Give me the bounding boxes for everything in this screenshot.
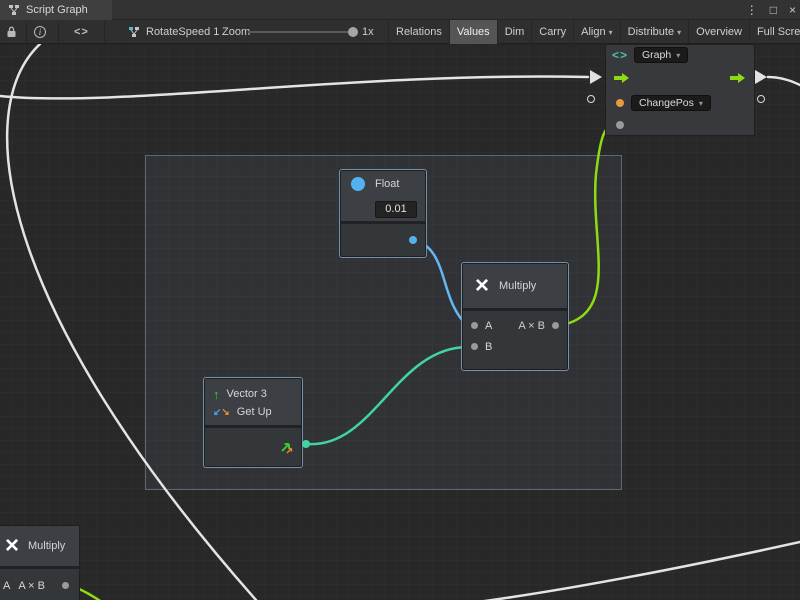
multiply-node-2[interactable]: × Multiply A A × B [0, 525, 80, 600]
script-graph-icon [8, 4, 20, 16]
chevron-down-icon: ▾ [676, 51, 680, 60]
float-type-icon [351, 177, 365, 191]
flow-in-arrow-icon[interactable] [614, 72, 630, 84]
multiply-input-a-port[interactable] [471, 322, 478, 329]
info-icon[interactable]: i [34, 20, 46, 44]
overview-button[interactable]: Overview [688, 20, 749, 44]
maximize-icon[interactable]: □ [770, 3, 777, 17]
distribute-dropdown-button[interactable]: Distribute ▾ [620, 20, 688, 44]
lock-icon[interactable] [6, 20, 17, 44]
toolbar-separator [26, 22, 27, 42]
flow-out-arrow-icon[interactable] [730, 72, 746, 84]
vector3-getup-node[interactable]: ↑ Vector 3 ↙↘ Get Up [204, 378, 302, 467]
wire-white-bottom-right[interactable] [478, 542, 800, 600]
multiply-icon: × [5, 534, 19, 558]
set-variable-node[interactable]: <> Graph ▾ ChangePos ▾ [605, 44, 755, 136]
toolbar-separator [104, 22, 105, 42]
vector3-output-port[interactable] [302, 440, 310, 448]
full-screen-button[interactable]: Full Screen [749, 20, 800, 44]
zoom-value: 1x [362, 20, 374, 44]
wire-white-right-exit[interactable] [768, 77, 800, 85]
chevron-down-icon: ▾ [609, 28, 613, 37]
graph-breadcrumb[interactable]: RotateSpeed 1 [128, 20, 219, 44]
multiply-icon: × [475, 274, 489, 298]
float-node[interactable]: Float 0.01 [340, 170, 426, 257]
vector3-node-header[interactable]: ↑ Vector 3 ↙↘ Get Up [205, 379, 301, 425]
variable-kind-port[interactable] [616, 99, 624, 107]
multiply2-output-port[interactable] [62, 582, 69, 589]
multiply2-node-title: Multiply [28, 540, 65, 552]
tab-script-graph[interactable]: Script Graph [0, 0, 112, 20]
multiply-input-a-label: A [485, 320, 492, 332]
float-node-title: Float [375, 178, 399, 190]
changepos-dropdown[interactable]: ChangePos ▾ [631, 95, 711, 111]
graph-breadcrumb-icon [128, 26, 140, 38]
chevron-down-icon: ▾ [677, 28, 681, 37]
tab-title: Script Graph [26, 4, 88, 16]
float-value-input[interactable]: 0.01 [375, 201, 417, 218]
toolbar-separator [58, 22, 59, 42]
multiply-node[interactable]: × Multiply A A × B B [462, 263, 568, 370]
value-port-ring-left[interactable] [587, 95, 595, 103]
multiply2-input-a-label: A [3, 580, 10, 592]
float-node-header[interactable]: Float [341, 171, 425, 197]
vector3-node-subtitle: Get Up [237, 406, 272, 418]
graph-toolbar: i <> RotateSpeed 1 Zoom 1x Relations Val… [0, 20, 800, 44]
window-menu-icon[interactable]: ⋮ [746, 3, 758, 17]
wire-white-top[interactable] [0, 77, 588, 99]
vector3-node-title: Vector 3 [227, 388, 267, 400]
multiply-input-b-label: B [485, 341, 492, 353]
values-button[interactable]: Values [449, 20, 497, 44]
flow-wire-arrowhead-right [755, 70, 767, 84]
flow-wire-arrowhead-left [590, 70, 602, 84]
multiply-node-title: Multiply [499, 280, 536, 292]
relations-button[interactable]: Relations [388, 20, 449, 44]
multiply2-output-label: A × B [18, 580, 45, 592]
multiply-output-label: A × B [518, 320, 545, 332]
zoom-slider-handle[interactable] [348, 27, 358, 37]
toolbar-button-group: Relations Values Dim Carry Align ▾ Distr… [388, 20, 800, 44]
dim-button[interactable]: Dim [497, 20, 532, 44]
zoom-label: Zoom [222, 20, 250, 44]
multiply-output-port[interactable] [552, 322, 559, 329]
graph-code-icon: <> [612, 48, 628, 62]
chevron-down-icon: ▾ [699, 99, 703, 108]
carry-button[interactable]: Carry [531, 20, 573, 44]
graph-name: RotateSpeed 1 [146, 26, 219, 38]
zoom-slider[interactable] [248, 31, 356, 33]
graph-dropdown[interactable]: Graph ▾ [634, 47, 688, 63]
multiply-input-b-port[interactable] [471, 343, 478, 350]
multiply2-node-header[interactable]: × Multiply [0, 526, 79, 566]
code-icon[interactable]: <> [74, 20, 89, 44]
close-icon[interactable]: × [789, 3, 796, 17]
value-input-port[interactable] [616, 121, 624, 129]
graph-canvas[interactable]: Float 0.01 × Multiply A A × B B [0, 44, 800, 600]
vector3-output-type-icon [279, 440, 293, 454]
value-port-ring-right[interactable] [757, 95, 765, 103]
float-output-port[interactable] [409, 236, 417, 244]
window-titlebar: Script Graph ⋮ □ × [0, 0, 800, 20]
multiply-node-header[interactable]: × Multiply [463, 264, 567, 308]
align-dropdown-button[interactable]: Align ▾ [573, 20, 619, 44]
output-arrow-icon: ↘ [221, 407, 229, 418]
up-arrow-icon: ↑ [213, 388, 220, 401]
